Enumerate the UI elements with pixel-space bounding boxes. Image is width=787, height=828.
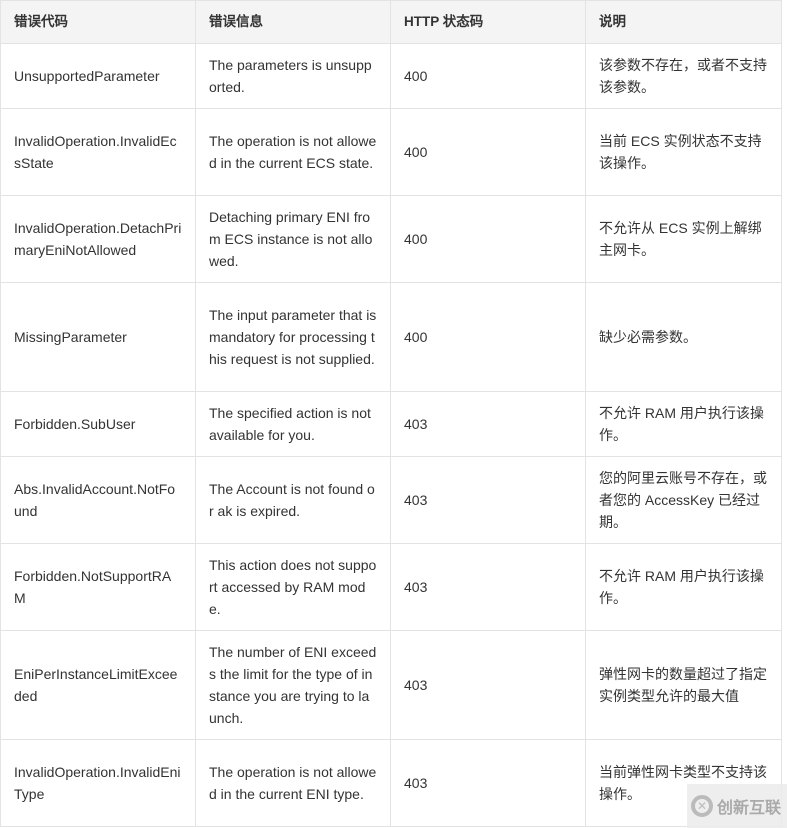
description-cell: 缺少必需参数。 [585,282,782,392]
http-status-cell: 403 [390,456,586,544]
table-row: Abs.InvalidAccount.NotFound The Account i… [0,456,782,544]
error-message-cell: The operation is not allowed in the curr… [195,739,391,827]
table-row: InvalidOperation.InvalidEcsState The oper… [0,108,782,196]
error-code-cell: InvalidOperation.InvalidEcsState [0,108,196,196]
error-code-cell: InvalidOperation.DetachPrimaryEniNotAllo… [0,195,196,283]
table-row: MissingParameter The input parameter that… [0,282,782,392]
error-code-cell: InvalidOperation.InvalidEniType [0,739,196,827]
http-status-cell: 403 [390,543,586,631]
http-status-cell: 403 [390,391,586,457]
http-status-cell: 400 [390,282,586,392]
header-error-code: 错误代码 [0,0,196,44]
table-row: Forbidden.NotSupportRAM This action does … [0,543,782,631]
table-header: 错误代码 错误信息 HTTP 状态码 说明 [0,0,782,44]
error-message-cell: The parameters is unsupported. [195,43,391,109]
http-status-cell: 400 [390,108,586,196]
error-code-cell: Forbidden.SubUser [0,391,196,457]
table-row: Forbidden.SubUser The specified action is… [0,391,782,457]
error-code-cell: MissingParameter [0,282,196,392]
error-message-cell: The number of ENI exceeds the limit for … [195,630,391,740]
error-code-cell: Abs.InvalidAccount.NotFound [0,456,196,544]
description-cell: 您的阿里云账号不存在，或者您的 AccessKey 已经过期。 [585,456,782,544]
error-message-cell: Detaching primary ENI from ECS instance … [195,195,391,283]
error-message-cell: This action does not support accessed by… [195,543,391,631]
description-cell: 不允许 RAM 用户执行该操作。 [585,543,782,631]
http-status-cell: 400 [390,43,586,109]
table-row: InvalidOperation.DetachPrimaryEniNotAllo… [0,195,782,283]
http-status-cell: 403 [390,630,586,740]
description-cell: 该参数不存在，或者不支持该参数。 [585,43,782,109]
watermark-logo: ✕ 创新互联 [687,784,787,828]
error-message-cell: The specified action is not available fo… [195,391,391,457]
table-row: InvalidOperation.InvalidEniType The opera… [0,739,782,827]
error-code-cell: EniPerInstanceLimitExceeded [0,630,196,740]
error-code-cell: UnsupportedParameter [0,43,196,109]
description-cell: 不允许 RAM 用户执行该操作。 [585,391,782,457]
error-code-cell: Forbidden.NotSupportRAM [0,543,196,631]
header-description: 说明 [585,0,782,44]
header-http-status: HTTP 状态码 [390,0,586,44]
table-row: UnsupportedParameter The parameters is un… [0,43,782,109]
http-status-cell: 403 [390,739,586,827]
description-cell: 不允许从 ECS 实例上解绑主网卡。 [585,195,782,283]
error-message-cell: The Account is not found or ak is expire… [195,456,391,544]
error-message-cell: The input parameter that is mandatory fo… [195,282,391,392]
error-message-cell: The operation is not allowed in the curr… [195,108,391,196]
logo-icon: ✕ [691,795,713,817]
error-code-table: 错误代码 错误信息 HTTP 状态码 说明 UnsupportedParamet… [0,0,782,827]
description-cell: 当前 ECS 实例状态不支持该操作。 [585,108,782,196]
http-status-cell: 400 [390,195,586,283]
table-row: EniPerInstanceLimitExceeded The number of… [0,630,782,740]
description-cell: 弹性网卡的数量超过了指定实例类型允许的最大值 [585,630,782,740]
header-error-message: 错误信息 [195,0,391,44]
